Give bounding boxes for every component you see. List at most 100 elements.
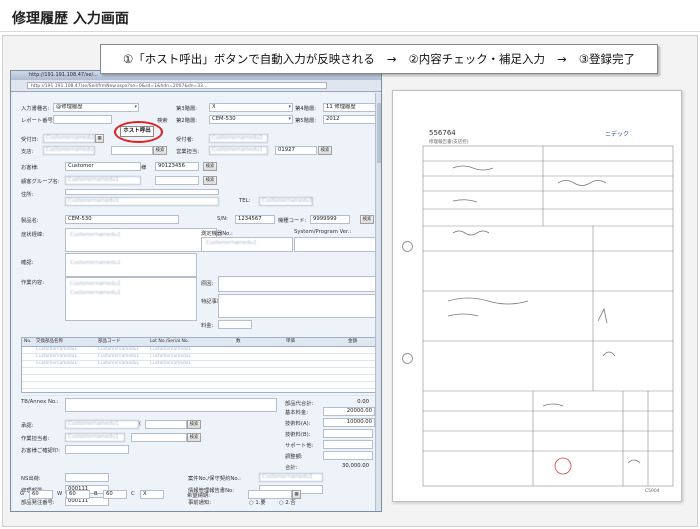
table-row[interactable]: Customernamedu1 Customernamedu1 Customerna… — [22, 354, 376, 361]
callout-step1: ①「ホスト呼出」ボタンで自動入力が反映される — [123, 52, 375, 66]
sales-dept-input[interactable]: Customernamedu1 — [209, 146, 268, 155]
sn-input[interactable]: 1234567 — [235, 215, 275, 224]
w-label: W — [57, 491, 63, 497]
col-price: 単価 — [286, 339, 295, 344]
address-bar[interactable]: http://191.191.108.47/se/Sell/frmNew.asp… — [27, 82, 327, 89]
basic-fee-input[interactable]: 20000.00 — [323, 407, 375, 416]
c-input[interactable]: X — [140, 490, 164, 499]
customer-input[interactable]: Customer — [65, 162, 141, 171]
report-no-input[interactable] — [53, 115, 112, 124]
table-row[interactable]: Customernamedu1 Customernamedu1 Customerna… — [22, 361, 376, 368]
notice-option-2[interactable]: ○ 2.否 — [279, 498, 296, 506]
customer-search-button[interactable]: 検索 — [203, 162, 217, 171]
notice-option-1[interactable]: ○ 1.要 — [249, 498, 266, 506]
customer-code-input[interactable]: 90123456 — [155, 162, 199, 171]
scrollbar-thumb[interactable] — [377, 103, 381, 163]
approver-code-input[interactable] — [145, 420, 187, 429]
worker-search-button[interactable]: 検索 — [187, 433, 201, 442]
branch-input[interactable]: Customernamedu1 — [43, 146, 95, 155]
table-cell — [22, 382, 34, 388]
class5-select[interactable]: 2012 — [323, 115, 379, 124]
table-row[interactable] — [22, 375, 376, 382]
received-by-label: 受付者: — [176, 137, 194, 143]
symptom-textarea[interactable]: Customernamedu1 — [65, 228, 217, 252]
symptom-label: 症状経緯: — [21, 232, 44, 238]
confirm-person-label: お客様ご確認印: — [21, 448, 60, 454]
worker-input[interactable]: Customernamedu1 — [65, 433, 125, 442]
table-row[interactable]: Customernamedu1 Customernamedu1 Customerna… — [22, 347, 376, 354]
address-line1[interactable] — [65, 189, 219, 195]
table-row[interactable] — [22, 382, 376, 389]
table-cell — [284, 347, 346, 353]
system-input[interactable] — [294, 237, 376, 252]
parts-table-body: Customernamedu1 Customernamedu1 Customerna… — [22, 347, 376, 396]
table-cell — [34, 389, 96, 395]
support-input[interactable] — [323, 440, 373, 449]
sales-search-button[interactable]: 検索 — [318, 146, 332, 155]
worker-code-input[interactable] — [131, 433, 187, 442]
search-link[interactable]: 検索 — [157, 116, 168, 124]
tech-fee-b-input[interactable] — [323, 429, 373, 438]
work-textarea[interactable]: Customernamedu1 Customernamedu1 — [65, 277, 197, 321]
special-textarea[interactable] — [218, 294, 376, 318]
tech-fee-b-label: 技術料(B): — [285, 432, 311, 438]
table-row[interactable] — [22, 368, 376, 375]
group-code-input[interactable] — [155, 176, 199, 185]
approver-search-button[interactable]: 検索 — [187, 420, 201, 429]
product-input[interactable]: CEM-530 — [65, 215, 179, 224]
calendar-icon[interactable]: ▦ — [292, 490, 301, 499]
table-cell: Customernamedu1 — [36, 354, 78, 359]
form-scrollbar[interactable] — [375, 93, 381, 511]
branch-code-input[interactable] — [111, 146, 153, 155]
ns-input[interactable] — [65, 473, 109, 482]
g-input[interactable]: 60 — [29, 490, 53, 499]
table-cell: Customernamedu1 — [98, 361, 140, 366]
approver-label: 承認: — [21, 423, 34, 429]
calendar-icon[interactable]: ▦ — [95, 134, 104, 143]
tb-annex-input[interactable] — [65, 398, 277, 412]
branch-label: 支店: — [21, 149, 34, 155]
adjust-input[interactable] — [323, 451, 373, 460]
model-code-input[interactable]: 9999999 — [310, 215, 350, 224]
class4-select[interactable]: 11 修理履歴 — [323, 103, 379, 112]
received-by-input[interactable]: Customernamedu1 — [209, 134, 268, 143]
w-input[interactable]: 60 — [66, 490, 90, 499]
address-line2[interactable]: Customernamedu1 — [65, 197, 219, 206]
measure-input[interactable]: Customernamedu1 — [201, 237, 293, 252]
confirm-textarea[interactable]: Customernamedu1 — [65, 253, 197, 277]
b-input[interactable]: 60 — [103, 490, 127, 499]
table-cell — [234, 347, 284, 353]
worker-label: 作業担当者: — [21, 436, 50, 442]
page-title: 修理履歴 入力画面 — [12, 11, 129, 27]
class3-select[interactable]: X — [209, 103, 293, 112]
report-no-label: レポート番号: — [21, 118, 55, 124]
tel-input[interactable]: Customernamedu1 — [259, 197, 313, 206]
model-code-label: 機種コード: — [278, 218, 307, 224]
input-form-label: 入力書種名: — [21, 106, 50, 112]
desired-date-input[interactable] — [248, 490, 292, 499]
class2-select[interactable]: CEM-530 — [209, 115, 293, 124]
received-date-input[interactable]: Customernamedu1 — [43, 134, 95, 143]
case-no-input[interactable]: Customernamedu1 — [259, 473, 323, 482]
fee-input[interactable] — [218, 320, 252, 329]
table-cell: Customernamedu1 — [150, 361, 192, 366]
input-form-select[interactable]: @修理履歴 — [53, 103, 139, 112]
table-row[interactable] — [22, 389, 376, 396]
basic-fee-label: 基本料金: — [285, 410, 308, 416]
branch-search-button[interactable]: 検索 — [153, 146, 167, 155]
sales-code-input[interactable]: 01927 — [275, 146, 317, 155]
group-search-button[interactable]: 検索 — [203, 176, 217, 185]
group-input[interactable]: Customernamedu1 — [65, 176, 141, 185]
approver-open-paren: ( — [139, 421, 142, 427]
model-search-button[interactable]: 検索 — [360, 215, 374, 224]
confirm-person-input[interactable] — [65, 445, 129, 454]
cause-textarea[interactable] — [218, 276, 376, 292]
tech-fee-a-input[interactable]: 10000.00 — [323, 418, 375, 427]
table-cell — [96, 382, 148, 388]
notice-option-1-label: 1.要 — [255, 500, 266, 506]
work-text-line1: Customernamedu1 — [70, 281, 121, 287]
table-cell — [284, 368, 346, 374]
table-cell — [22, 389, 34, 395]
support-label: サポート他: — [285, 443, 314, 449]
approver-input[interactable]: Customernamedu1 — [65, 420, 139, 429]
